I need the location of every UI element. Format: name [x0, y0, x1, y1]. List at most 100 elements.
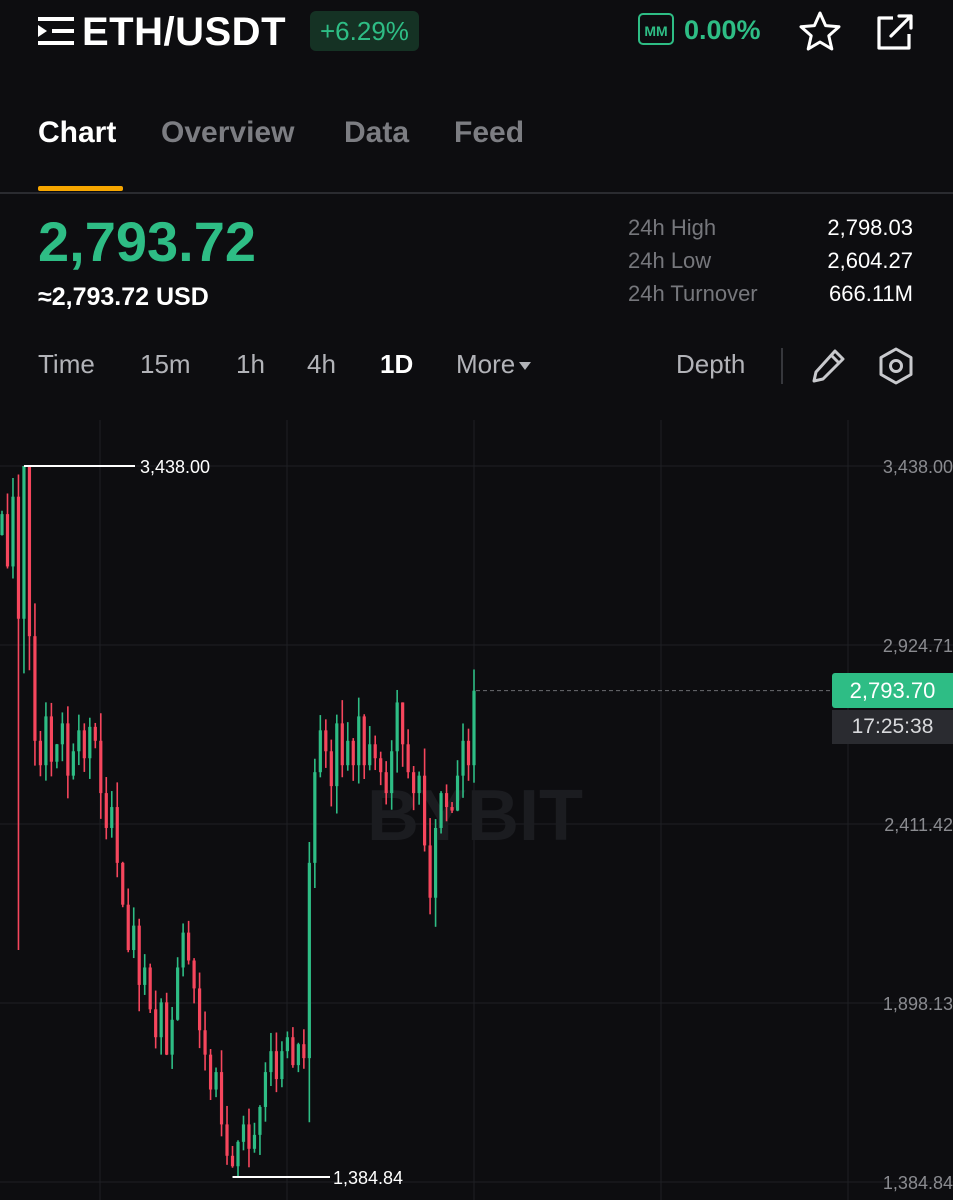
timeframe-15m[interactable]: 15m: [140, 346, 191, 382]
candle-up: [176, 957, 180, 1021]
candle-down: [324, 719, 328, 768]
candle-down: [230, 1145, 235, 1168]
candle-down: [27, 466, 32, 671]
candle-down: [466, 728, 471, 781]
candle-down: [203, 1011, 207, 1071]
share-icon[interactable]: [873, 12, 917, 52]
candlestick-chart[interactable]: BYBIT 3,438.00 1,384.84 3,438.00 2,924.7…: [0, 420, 953, 1200]
price-change-badge: +6.29%: [310, 11, 419, 51]
mm-rate-value[interactable]: 0.00%: [684, 12, 761, 48]
candle-down: [49, 702, 53, 777]
candle-down: [148, 963, 152, 1013]
y-tick-label: 1,898.13: [883, 994, 953, 1014]
candle-up: [22, 466, 26, 674]
candle-down: [197, 972, 202, 1049]
candle-up: [335, 714, 339, 814]
candle-up: [296, 1042, 300, 1073]
candle-down: [340, 700, 344, 778]
timeframe-more[interactable]: More: [456, 346, 532, 382]
candle-up: [181, 923, 185, 977]
candle-up: [395, 689, 399, 773]
stat-value-24h-high: 2,798.03: [827, 215, 913, 240]
candle-up: [439, 791, 443, 834]
candle-down: [225, 1105, 229, 1165]
candle-down: [329, 739, 333, 807]
candle-up: [318, 715, 322, 778]
candle-up: [346, 722, 350, 771]
stat-label-24h-low: 24h Low: [628, 248, 712, 273]
stat-value-24h-low: 2,604.27: [827, 248, 913, 273]
timeframe-more-label: More: [456, 349, 516, 379]
pencil-icon[interactable]: [810, 346, 848, 384]
candle-up: [170, 1007, 174, 1069]
timeframe-time[interactable]: Time: [38, 346, 95, 382]
candle-up: [236, 1140, 240, 1177]
high-price-marker: 3,438.00: [23, 457, 210, 477]
candle-down: [406, 729, 410, 779]
tab-data[interactable]: Data: [344, 113, 409, 153]
candle-countdown: 17:25:38: [832, 710, 953, 744]
candle-up: [357, 697, 361, 784]
candle-up: [44, 702, 48, 781]
price-axis: 3,438.00 2,924.71 2,411.42 1,898.13 1,38…: [883, 457, 953, 1193]
candle-up: [269, 1032, 273, 1087]
candle-down: [373, 735, 377, 771]
y-tick-label: 1,384.84: [883, 1173, 953, 1193]
candle-up: [307, 842, 311, 1123]
timeframe-1d[interactable]: 1D: [380, 346, 413, 382]
usd-equivalent-price: ≈2,793.72 USD: [38, 283, 209, 311]
bybit-watermark: BYBIT: [367, 776, 583, 856]
candle-up: [455, 760, 460, 812]
depth-button[interactable]: Depth: [676, 346, 745, 382]
candle-down: [302, 1029, 306, 1069]
y-tick-label: 2,924.71: [883, 636, 953, 656]
caret-down-icon: [519, 362, 532, 371]
active-tab-indicator: [38, 186, 123, 191]
candle-up: [263, 1062, 268, 1122]
low-price-marker: 1,384.84: [232, 1168, 403, 1188]
candle-up: [60, 712, 64, 762]
candle-down: [401, 702, 405, 767]
menu-icon[interactable]: [38, 15, 74, 47]
timeframe-4h[interactable]: 4h: [307, 346, 336, 382]
candle-down: [104, 777, 108, 840]
candle-down: [115, 782, 119, 878]
trading-pair-title[interactable]: ETH/USDT: [82, 8, 286, 56]
candle-down: [165, 992, 169, 1056]
candle-down: [5, 493, 10, 569]
y-tick-label: 2,411.42: [884, 815, 953, 835]
candle-up: [280, 1041, 284, 1088]
candle-down: [247, 1108, 251, 1168]
low-price-label: 1,384.84: [333, 1168, 403, 1188]
candle-down: [33, 603, 37, 766]
timeframe-1h[interactable]: 1h: [236, 346, 265, 382]
candle-up: [77, 714, 81, 766]
candle-down: [291, 1027, 295, 1068]
candle-down: [38, 730, 43, 777]
candle-down: [362, 714, 366, 780]
candle-down: [121, 861, 125, 908]
candle-up: [214, 1067, 218, 1098]
mm-badge[interactable]: MM: [638, 13, 674, 45]
toolbar-divider: [781, 348, 783, 384]
candle-down: [93, 722, 97, 749]
stat-value-24h-turnover: 666.11M: [829, 281, 913, 306]
tab-chart[interactable]: Chart: [38, 113, 116, 153]
candle-down: [274, 1032, 279, 1093]
candle-down: [192, 958, 196, 1004]
star-icon[interactable]: [798, 10, 842, 52]
candle-down: [208, 1049, 213, 1101]
last-price: 2,793.72: [38, 210, 256, 273]
candle-up: [143, 954, 147, 995]
tab-overview[interactable]: Overview: [161, 113, 294, 153]
candle-up: [11, 477, 15, 579]
candle-down: [219, 1050, 224, 1137]
stat-label-24h-high: 24h High: [628, 215, 717, 240]
candle-down: [154, 990, 158, 1049]
settings-icon[interactable]: [876, 346, 916, 386]
candle-up: [252, 1122, 257, 1153]
candle-up: [88, 717, 92, 779]
candle-up: [241, 1115, 246, 1151]
tab-feed[interactable]: Feed: [454, 113, 524, 153]
candle-up: [313, 758, 317, 888]
